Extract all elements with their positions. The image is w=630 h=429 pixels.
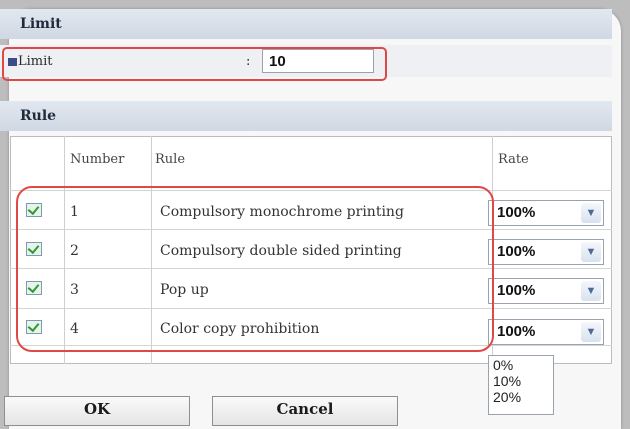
rule-4-rate-value: 100% — [497, 323, 536, 340]
rules-highlight-box — [16, 186, 494, 352]
rule-1-rate-select[interactable]: 100% ▼ — [488, 200, 604, 226]
rate-option-20[interactable]: 20% — [493, 389, 549, 405]
chevron-down-icon[interactable]: ▼ — [581, 322, 601, 342]
rule-1-rate-value: 100% — [497, 204, 536, 221]
rule-section-title: Rule — [20, 108, 57, 124]
limit-section-title: Limit — [20, 16, 62, 32]
chevron-down-icon[interactable]: ▼ — [581, 242, 601, 262]
header-rule: Rule — [155, 152, 186, 167]
rate-option-0[interactable]: 0% — [493, 357, 549, 373]
rule-3-rate-select[interactable]: 100% ▼ — [488, 278, 604, 304]
limit-section-header: Limit — [0, 9, 612, 39]
rule-4-rate-select[interactable]: 100% ▼ — [488, 319, 604, 345]
cancel-button[interactable]: Cancel — [212, 396, 398, 426]
rule-2-rate-select[interactable]: 100% ▼ — [488, 239, 604, 265]
rule-2-rate-value: 100% — [497, 243, 536, 260]
rule-section-header: Rule — [0, 101, 612, 131]
ok-button[interactable]: OK — [4, 396, 190, 426]
rate-option-10[interactable]: 10% — [493, 373, 549, 389]
chevron-down-icon[interactable]: ▼ — [581, 281, 601, 301]
header-rate: Rate — [498, 152, 529, 167]
rule-3-rate-value: 100% — [497, 282, 536, 299]
chevron-down-icon[interactable]: ▼ — [581, 203, 601, 223]
header-number: Number — [70, 152, 125, 167]
limit-highlight-box — [2, 47, 387, 81]
rate-dropdown-list[interactable]: 0% 10% 20% — [488, 355, 554, 415]
